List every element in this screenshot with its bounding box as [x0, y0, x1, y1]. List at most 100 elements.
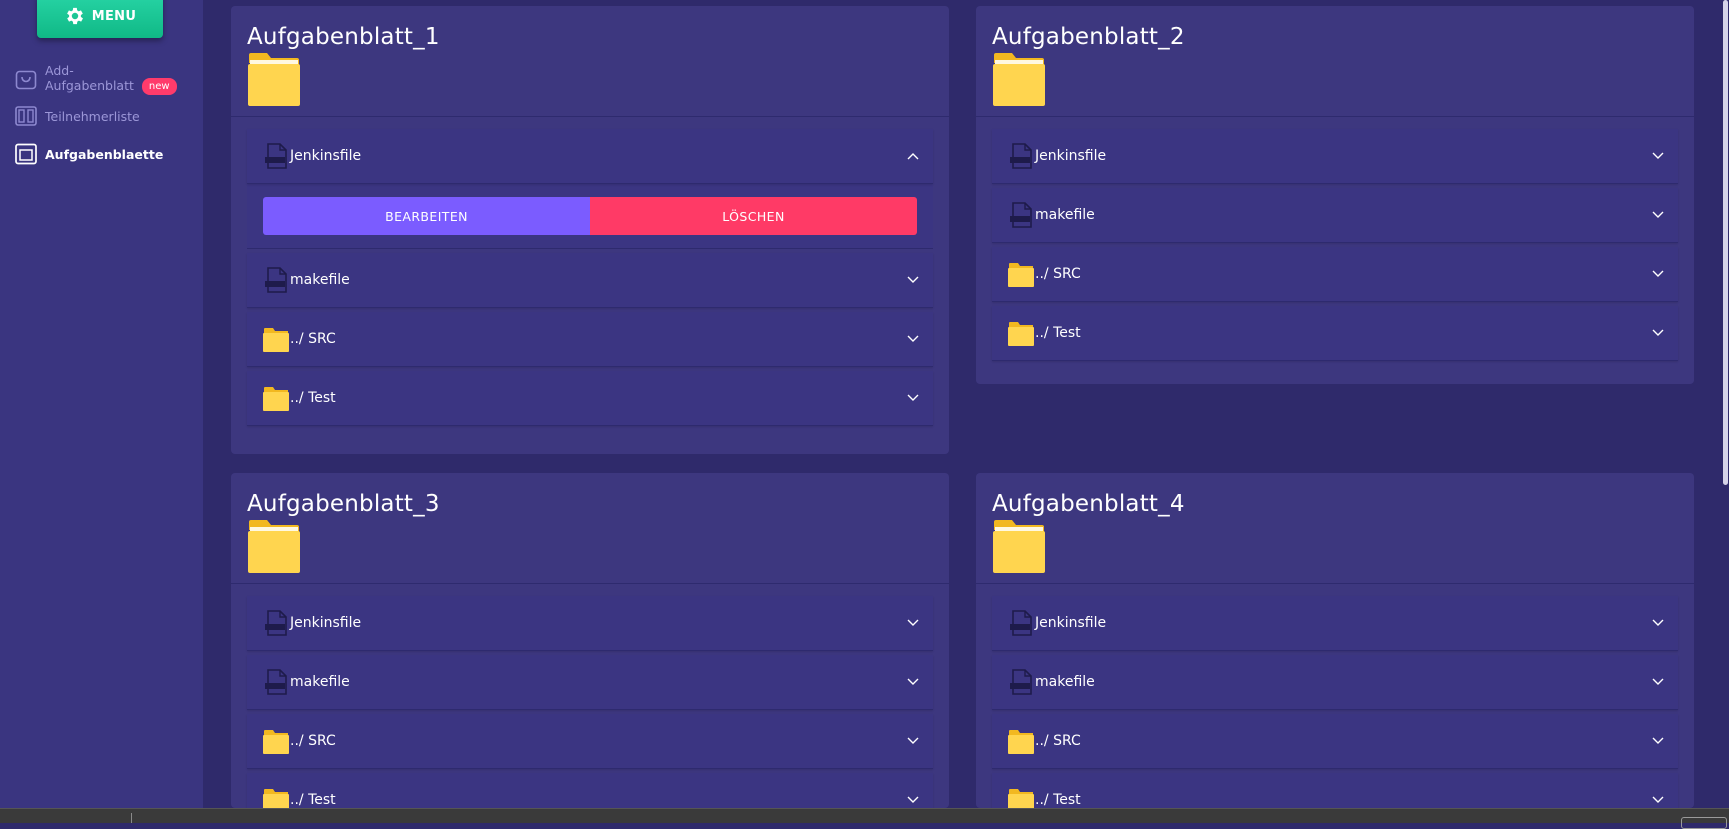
- chevron-down-icon[interactable]: [1652, 619, 1664, 627]
- file-icon: [1010, 143, 1032, 169]
- card-title: Aufgabenblatt_4: [992, 491, 1185, 517]
- folder-icon: [263, 789, 289, 808]
- delete-button[interactable]: LÖSCHEN: [590, 197, 917, 235]
- sidebar: MENU Add- Aufgabenblatt new Teilnehmerlis…: [0, 0, 203, 808]
- folder-icon: [1008, 322, 1034, 346]
- window-icon: [15, 143, 37, 165]
- file-icon: [265, 669, 287, 695]
- list-item[interactable]: Jenkinsfile: [992, 129, 1678, 184]
- list-item[interactable]: Jenkinsfile: [247, 129, 933, 184]
- file-icon: [265, 610, 287, 636]
- row-label: Jenkinsfile: [1035, 148, 1107, 164]
- list-item[interactable]: ../ Test: [247, 773, 933, 808]
- card-header: Aufgabenblatt_3: [231, 473, 949, 584]
- row-label: ../ SRC: [290, 733, 336, 749]
- row-label: ../ SRC: [1035, 266, 1081, 282]
- folder-icon: [263, 328, 289, 352]
- folder-icon: [263, 730, 289, 754]
- list-item[interactable]: makefile: [247, 655, 933, 710]
- list-item[interactable]: ../ SRC: [247, 714, 933, 769]
- chevron-down-icon[interactable]: [907, 678, 919, 686]
- sidebar-item-add-aufgabenblatt[interactable]: Add- Aufgabenblatt new: [14, 63, 177, 95]
- gear-icon: [66, 7, 83, 25]
- chevron-down-icon[interactable]: [1652, 270, 1664, 278]
- sidebar-item-aufgabenblaette[interactable]: Aufgabenblaette: [14, 142, 163, 166]
- row-label: ../ SRC: [1035, 733, 1081, 749]
- list-item[interactable]: ../ Test: [992, 306, 1678, 361]
- card-aufgabenblatt-3: Aufgabenblatt_3 Jenkinsfile makefile ../…: [231, 473, 949, 808]
- edit-button[interactable]: BEARBEITEN: [263, 197, 590, 235]
- menu-button[interactable]: MENU: [37, 0, 163, 38]
- new-badge: new: [141, 78, 177, 95]
- row-label: makefile: [1035, 674, 1095, 690]
- scrollbar[interactable]: [1721, 0, 1729, 808]
- row-label: ../ Test: [290, 792, 336, 808]
- card-header: Aufgabenblatt_2: [976, 6, 1694, 117]
- folder-icon: [248, 53, 300, 106]
- row-label: Jenkinsfile: [290, 148, 362, 164]
- shopping-bag-icon: [15, 70, 37, 90]
- file-icon: [265, 267, 287, 293]
- chevron-down-icon[interactable]: [1652, 737, 1664, 745]
- list-item[interactable]: ../ SRC: [992, 247, 1678, 302]
- list-item[interactable]: makefile: [992, 188, 1678, 243]
- folder-icon: [1008, 789, 1034, 808]
- file-list: Jenkinsfile makefile ../ SRC ../ Test: [992, 129, 1678, 361]
- row-label: ../ Test: [290, 390, 336, 406]
- row-label: Jenkinsfile: [1035, 615, 1107, 631]
- folder-icon: [263, 387, 289, 411]
- sidebar-item-label: Teilnehmerliste: [45, 108, 140, 124]
- chevron-down-icon[interactable]: [1652, 678, 1664, 686]
- chevron-down-icon[interactable]: [907, 276, 919, 284]
- row-label: makefile: [290, 272, 350, 288]
- file-icon: [265, 143, 287, 169]
- file-list: Jenkinsfile BEARBEITEN LÖSCHEN makefile …: [247, 129, 933, 426]
- list-item[interactable]: makefile: [247, 253, 933, 308]
- file-icon: [1010, 610, 1032, 636]
- row-label: ../ Test: [1035, 325, 1081, 341]
- scrollbar-thumb[interactable]: [1723, 0, 1728, 485]
- row-label: makefile: [1035, 207, 1095, 223]
- list-item[interactable]: makefile: [992, 655, 1678, 710]
- chevron-down-icon[interactable]: [907, 394, 919, 402]
- card-aufgabenblatt-2: Aufgabenblatt_2 Jenkinsfile makefile ../…: [976, 6, 1694, 384]
- list-item[interactable]: Jenkinsfile: [247, 596, 933, 651]
- chevron-down-icon[interactable]: [1652, 211, 1664, 219]
- row-label: ../ Test: [1035, 792, 1081, 808]
- row-label: makefile: [290, 674, 350, 690]
- taskbar: [0, 808, 1729, 829]
- chevron-down-icon[interactable]: [907, 619, 919, 627]
- row-label: Jenkinsfile: [290, 615, 362, 631]
- sidebar-item-teilnehmerliste[interactable]: Teilnehmerliste: [14, 104, 140, 128]
- file-list: Jenkinsfile makefile ../ SRC ../ Test: [247, 596, 933, 808]
- chevron-up-icon[interactable]: [907, 152, 919, 160]
- chevron-down-icon[interactable]: [1652, 329, 1664, 337]
- list-item[interactable]: ../ SRC: [992, 714, 1678, 769]
- chevron-down-icon[interactable]: [1652, 796, 1664, 804]
- chevron-down-icon[interactable]: [907, 796, 919, 804]
- list-item[interactable]: ../ Test: [992, 773, 1678, 808]
- row-label: ../ SRC: [290, 331, 336, 347]
- list-item[interactable]: ../ Test: [247, 371, 933, 426]
- list-item[interactable]: ../ SRC: [247, 312, 933, 367]
- row-actions: BEARBEITEN LÖSCHEN: [247, 184, 933, 249]
- file-list: Jenkinsfile makefile ../ SRC ../ Test: [992, 596, 1678, 808]
- sidebar-item-label: Add-: [45, 63, 74, 78]
- chevron-down-icon[interactable]: [1652, 152, 1664, 160]
- list-item[interactable]: Jenkinsfile: [992, 596, 1678, 651]
- card-aufgabenblatt-4: Aufgabenblatt_4 Jenkinsfile makefile ../…: [976, 473, 1694, 808]
- chevron-down-icon[interactable]: [907, 335, 919, 343]
- chevron-down-icon[interactable]: [907, 737, 919, 745]
- file-icon: [1010, 669, 1032, 695]
- folder-icon: [993, 520, 1045, 573]
- folder-icon: [1008, 263, 1034, 287]
- card-header: Aufgabenblatt_1: [231, 6, 949, 117]
- columns-icon: [15, 106, 37, 126]
- taskbar-button[interactable]: [1681, 817, 1727, 829]
- card-header: Aufgabenblatt_4: [976, 473, 1694, 584]
- file-icon: [1010, 202, 1032, 228]
- folder-icon: [1008, 730, 1034, 754]
- card-aufgabenblatt-1: Aufgabenblatt_1 Jenkinsfile BEARBEITEN L…: [231, 6, 949, 454]
- card-title: Aufgabenblatt_2: [992, 24, 1185, 50]
- sidebar-item-label: Aufgabenblaette: [45, 146, 164, 162]
